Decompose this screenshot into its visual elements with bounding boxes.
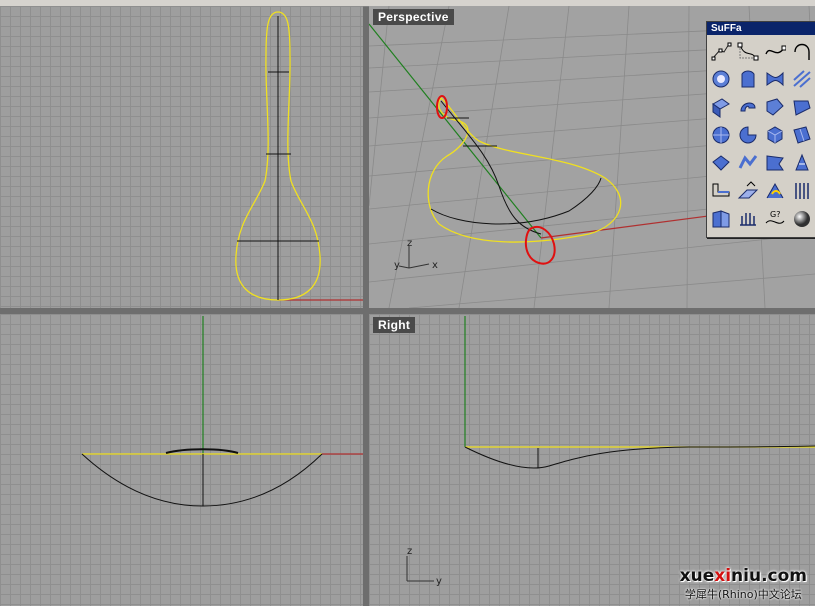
pie-icon[interactable] <box>736 123 760 147</box>
ribbon-icon[interactable] <box>736 151 760 175</box>
plane-edge-icon[interactable] <box>709 179 733 203</box>
extrude-surface-icon[interactable] <box>709 95 733 119</box>
axis-gizmo <box>398 246 430 269</box>
cross-section-3[interactable] <box>430 177 602 225</box>
watermark-domain: xuexiniu.com <box>679 566 807 586</box>
split-icon[interactable] <box>736 207 760 231</box>
viewport-title-perspective[interactable]: Perspective <box>373 9 454 25</box>
book-icon[interactable] <box>709 207 733 231</box>
fold-icon[interactable] <box>709 151 733 175</box>
render-sphere-icon[interactable] <box>790 207 814 231</box>
viewport-top[interactable] <box>0 6 363 308</box>
sphere-surface-icon[interactable] <box>709 67 733 91</box>
patch-icon[interactable] <box>790 123 814 147</box>
sphere-icon[interactable] <box>709 123 733 147</box>
site-watermark: xuexiniu.com 学犀牛(Rhino)中文论坛 <box>680 566 807 602</box>
viewport-front[interactable] <box>0 314 363 606</box>
spoon-outline-curve[interactable] <box>427 97 622 243</box>
cross-section-3[interactable] <box>81 453 323 507</box>
curve-control-icon[interactable] <box>736 39 760 63</box>
revolve-surface-icon[interactable] <box>736 95 760 119</box>
curve-points-icon[interactable] <box>709 39 733 63</box>
gizmo-x-label: x <box>432 260 438 271</box>
twist-surface-icon[interactable] <box>763 67 787 91</box>
cube-icon[interactable] <box>763 123 787 147</box>
gizmo-z-label: z <box>407 546 412 557</box>
right-view-canvas: z y <box>406 316 815 587</box>
surface-toolbar[interactable]: SuFFa G? <box>706 21 815 238</box>
gizmo-z-label: z <box>407 238 412 249</box>
toolbar-title[interactable]: SuFFa <box>707 22 815 35</box>
curve-arc-icon[interactable] <box>790 39 814 63</box>
curve-interpolate-icon[interactable] <box>763 39 787 63</box>
sweep-surface-icon[interactable] <box>763 95 787 119</box>
box-surface-icon[interactable] <box>736 67 760 91</box>
top-view-canvas <box>235 11 363 301</box>
grid-icon[interactable] <box>790 179 814 203</box>
y-axis-line <box>369 23 542 239</box>
viewport-right[interactable]: z y Right <box>369 314 815 606</box>
watermark-subtitle: 学犀牛(Rhino)中文论坛 <box>684 588 802 601</box>
svg-text:G?: G? <box>770 210 780 219</box>
loft-surface-icon[interactable] <box>790 95 814 119</box>
axis-gizmo <box>406 556 434 582</box>
spoon-centerline[interactable] <box>464 445 815 469</box>
g2-match-icon[interactable]: G? <box>763 207 787 231</box>
front-view-canvas <box>81 316 363 507</box>
flag-icon[interactable] <box>763 151 787 175</box>
annotation-circle-bottom <box>524 226 556 265</box>
network-icon[interactable] <box>790 151 814 175</box>
gizmo-y-label: y <box>394 260 400 271</box>
gizmo-y-label: y <box>436 576 442 587</box>
cross-section-1[interactable] <box>165 448 239 454</box>
offset-icon[interactable] <box>736 179 760 203</box>
viewport-title-right[interactable]: Right <box>373 317 416 333</box>
blend-icon[interactable] <box>763 179 787 203</box>
toolbar-button-grid: G? <box>707 35 815 237</box>
wire-surface-icon[interactable] <box>790 67 814 91</box>
